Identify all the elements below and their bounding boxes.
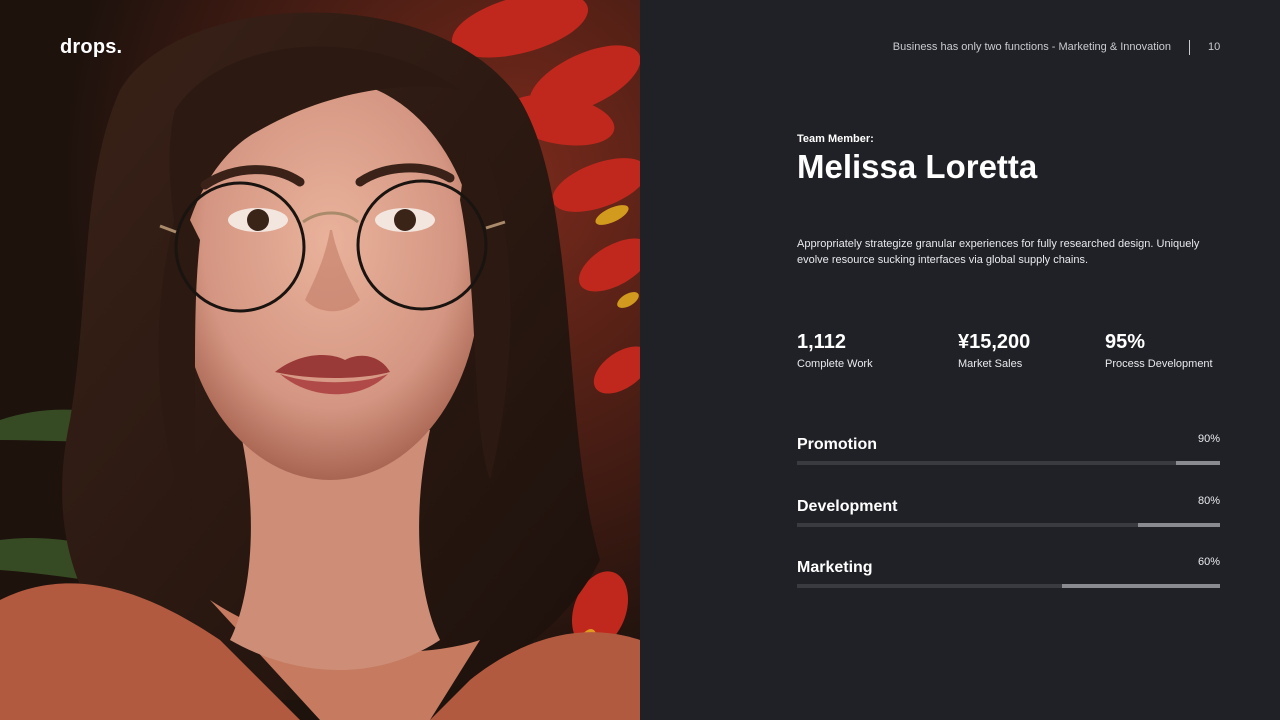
stat-value: 95%: [1105, 331, 1146, 353]
stat-value: ¥15,200: [958, 331, 1031, 353]
skill-marketing: Marketing 60%: [797, 556, 1220, 589]
skill-development: Development 80%: [797, 495, 1220, 528]
portrait-photo: drops.: [0, 0, 640, 720]
profile-panel: Business has only two functions - Market…: [640, 0, 1280, 720]
progress-fill: [1138, 523, 1220, 527]
header-divider: [1189, 40, 1190, 55]
stat-process-development: 95% Process Development: [1105, 330, 1213, 370]
progress-track: [797, 584, 1220, 588]
portrait-illustration: [0, 0, 640, 720]
member-name: Melissa Loretta: [797, 148, 1038, 185]
slide: drops. Business has only two functions -…: [0, 0, 1280, 720]
progress-fill: [1176, 461, 1220, 465]
page-number: 10: [1208, 41, 1221, 53]
brand-logo: drops.: [60, 36, 123, 58]
skill-percent: 80%: [1197, 495, 1220, 507]
skill-promotion: Promotion 90%: [797, 433, 1220, 466]
progress-track: [797, 523, 1220, 527]
stat-market-sales: ¥15,200 Market Sales: [958, 330, 1030, 370]
skill-label: Promotion: [797, 436, 877, 453]
stat-label: Complete Work: [797, 358, 873, 370]
stat-value: 1,112: [797, 331, 846, 353]
progress-track: [797, 461, 1220, 465]
skill-percent: 60%: [1197, 556, 1220, 568]
progress-fill: [1062, 584, 1220, 588]
stat-complete-work: 1,112 Complete Work: [797, 330, 873, 370]
stat-label: Process Development: [1105, 358, 1213, 370]
stat-label: Market Sales: [958, 358, 1023, 370]
member-bio: Appropriately strategize granular experi…: [797, 238, 1200, 266]
skill-label: Development: [797, 498, 898, 515]
skill-label: Marketing: [797, 559, 873, 576]
role-label: Team Member:: [797, 133, 874, 145]
header-tagline: Business has only two functions - Market…: [892, 41, 1171, 53]
skill-percent: 90%: [1197, 433, 1220, 445]
